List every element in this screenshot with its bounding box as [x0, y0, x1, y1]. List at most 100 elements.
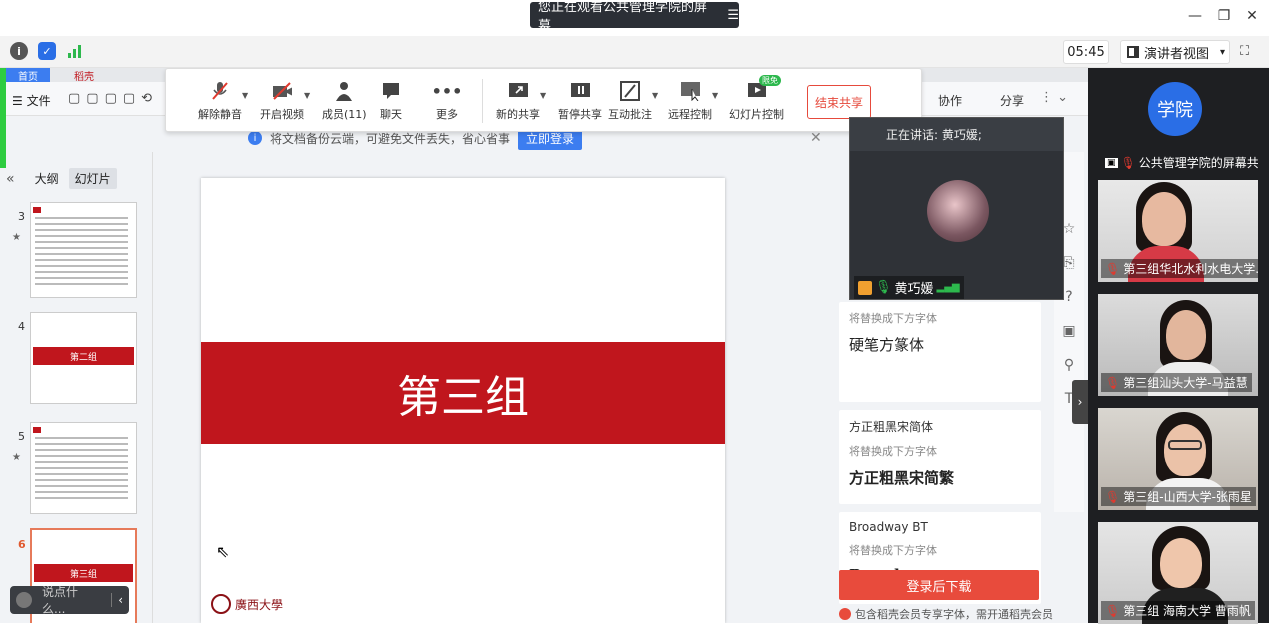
meeting-timer: 05:45 — [1063, 40, 1109, 64]
view-mode-label: 演讲者视图 — [1144, 46, 1210, 62]
tab-outline[interactable]: 大纲 — [35, 170, 59, 187]
mic-icon: 🎙 — [875, 280, 892, 295]
mic-muted-icon — [210, 81, 230, 101]
participant-label: ▣ 🎙 公共管理学院的屏幕共享 — [1101, 153, 1258, 172]
meeting-toolbar: 解除静音 ▼ 开启视频 ▼ 成员(11) 聊天 ••• 更多 新的共享 ▼ 暂停… — [165, 68, 922, 132]
chevron-down-icon[interactable]: ▼ — [242, 91, 248, 100]
info-icon[interactable]: i — [10, 42, 28, 60]
annotation-button[interactable]: 互动批注 — [608, 81, 652, 122]
participant-tile[interactable]: 🎙 第三组-山西大学-张雨星 — [1098, 408, 1258, 510]
start-video-label: 开启视频 — [260, 108, 304, 121]
share-icon: ▣ — [1105, 157, 1118, 168]
collapse-participants-icon[interactable]: › — [1072, 380, 1088, 424]
share-screen-icon — [508, 81, 528, 101]
signal-icon[interactable] — [66, 42, 84, 60]
view-mode-dropdown[interactable]: 演讲者视图 ▾ — [1120, 40, 1230, 64]
slide-title: 第三组 — [397, 372, 529, 423]
docer-icon — [839, 608, 851, 620]
chat-button[interactable]: 聊天 — [380, 81, 402, 122]
active-speaker-window[interactable]: 正在讲话: 黄巧媛; 🎙 黄巧媛 ▂▄▆ — [849, 117, 1064, 300]
university-logo: 廣西大學 — [211, 594, 283, 614]
info-icon: i — [247, 131, 262, 145]
vip-note-text: 包含稻壳会员专享字体，需开通稻壳会员 — [855, 608, 1053, 621]
members-label: 成员(11) — [322, 108, 367, 121]
font-sample: 硬笔方篆体 — [849, 336, 925, 354]
quick-tools-icon[interactable]: ▢▢▢▢⟲ — [68, 91, 158, 106]
tab-slides[interactable]: 幻灯片 — [68, 168, 117, 189]
vip-note: 包含稻壳会员专享字体，需开通稻壳会员 — [839, 606, 1053, 622]
participant-tile[interactable]: 🎙 第三组 海南大学 曹雨帆 — [1098, 522, 1258, 624]
font-card: 方正粗黑宋简体 将替换成下方字体 方正粗黑宋简繁 — [839, 410, 1041, 504]
shield-icon[interactable]: ✓ — [38, 42, 56, 60]
menu-file[interactable]: ☰ 文件 — [12, 92, 51, 109]
notice-text: 将文档备份云端，可避免文件丢失，省心省事 — [269, 131, 510, 146]
slide-control-label: 幻灯片控制 — [729, 108, 784, 121]
chevron-down-icon[interactable]: ▼ — [712, 91, 718, 100]
participant-name: 公共管理学院的屏幕共享 — [1138, 156, 1258, 170]
remote-control-icon — [680, 81, 700, 101]
font-name: Broadway BT — [849, 520, 928, 534]
participant-label: 🎙 第三组汕头大学-马益慧 — [1101, 373, 1252, 392]
members-button[interactable]: 成员(11) — [322, 81, 367, 122]
emoji-icon[interactable] — [16, 592, 32, 608]
pause-share-button[interactable]: 暂停共享 — [558, 81, 602, 122]
speaker-name: 黄巧媛 — [894, 282, 934, 297]
tab-docer[interactable]: 稻壳 — [74, 68, 94, 83]
share-indicator — [0, 68, 6, 168]
remote-control-button[interactable]: 远程控制 — [668, 81, 712, 122]
fullscreen-icon[interactable]: ⛶ — [1240, 44, 1249, 59]
restore-button[interactable]: ❐ — [1214, 8, 1234, 24]
annotation-label: 互动批注 — [608, 108, 652, 121]
participant-tile[interactable]: 🎙 第三组汕头大学-马益慧 — [1098, 294, 1258, 396]
close-button[interactable]: ✕ — [1242, 8, 1262, 24]
chat-input[interactable]: 说点什么... ‹ — [10, 585, 129, 616]
slide-thumbnail-4[interactable]: 第二组 — [30, 312, 137, 404]
participant-tile[interactable]: 学院 ▣ 🎙 公共管理学院的屏幕共享 — [1098, 74, 1258, 176]
menu-icon[interactable]: ☰ — [727, 8, 739, 23]
slide-thumbnail-5[interactable] — [30, 422, 137, 514]
slides-panel: « 大纲 幻灯片 3 ★ 4 第二组 5 ★ 6 第三组 — [0, 152, 153, 623]
speaker-name-tag: 🎙 黄巧媛 ▂▄▆ — [854, 276, 964, 299]
user-icon — [858, 280, 872, 295]
collapse-panel-icon[interactable]: « — [6, 171, 15, 187]
chevron-down-icon[interactable]: ▼ — [652, 91, 658, 100]
participant-tile[interactable]: 🎙 第三组华北水利水电大学... — [1098, 180, 1258, 282]
slide-number: 3 — [18, 210, 25, 223]
login-download-button[interactable]: 登录后下载 — [839, 570, 1039, 600]
share-button[interactable]: 分享 — [1000, 92, 1024, 109]
chevron-left-icon[interactable]: ‹ — [111, 593, 123, 607]
more-button[interactable]: ••• 更多 — [432, 81, 463, 122]
font-replace-hint: 将替换成下方字体 — [849, 312, 937, 325]
avatar — [927, 180, 989, 242]
minimize-button[interactable]: — — [1185, 8, 1205, 24]
participant-label: 🎙 第三组 海南大学 曹雨帆 — [1101, 601, 1255, 620]
start-video-button[interactable]: 开启视频 — [260, 81, 304, 122]
chevron-down-icon[interactable]: ▼ — [540, 91, 546, 100]
slide-thumbnail-3[interactable] — [30, 202, 137, 298]
participant-name: 第三组-山西大学-张雨星 — [1123, 490, 1252, 504]
video-off-icon — [272, 81, 292, 101]
slide-canvas[interactable]: 第三组 廣西大學 — [201, 178, 725, 623]
mic-muted-icon: 🎙 — [1105, 603, 1121, 618]
remote-control-label: 远程控制 — [668, 108, 712, 121]
pause-share-label: 暂停共享 — [558, 108, 602, 121]
slide-control-button[interactable]: 幻灯片控制 限免 — [729, 75, 784, 122]
avatar: 学院 — [1148, 82, 1202, 136]
new-share-button[interactable]: 新的共享 — [496, 81, 540, 122]
speaking-text: 正在讲话: 黄巧媛; — [886, 128, 982, 142]
chat-placeholder: 说点什么... — [41, 585, 78, 616]
star-icon: ★ — [12, 452, 21, 463]
more-icon[interactable]: ⋮ ⌄ — [1040, 90, 1068, 105]
end-share-button[interactable]: 结束共享 — [807, 85, 871, 119]
close-icon[interactable]: ✕ — [810, 130, 822, 146]
chevron-down-icon[interactable]: ▼ — [304, 91, 310, 100]
participant-label: 🎙 第三组华北水利水电大学... — [1101, 259, 1258, 278]
font-card: 将替换成下方字体 硬笔方篆体 — [839, 302, 1041, 402]
participant-name: 第三组华北水利水电大学... — [1123, 262, 1258, 276]
collab-button[interactable]: 协作 — [938, 92, 962, 109]
title-bar: 您正在观看公共管理学院的屏幕 ☰ — ❐ ✕ — [0, 0, 1269, 34]
participant-name: 第三组 海南大学 曹雨帆 — [1123, 604, 1251, 618]
person-icon — [334, 81, 354, 101]
unmute-button[interactable]: 解除静音 — [198, 81, 242, 122]
tab-home[interactable]: 首页 — [6, 68, 50, 83]
